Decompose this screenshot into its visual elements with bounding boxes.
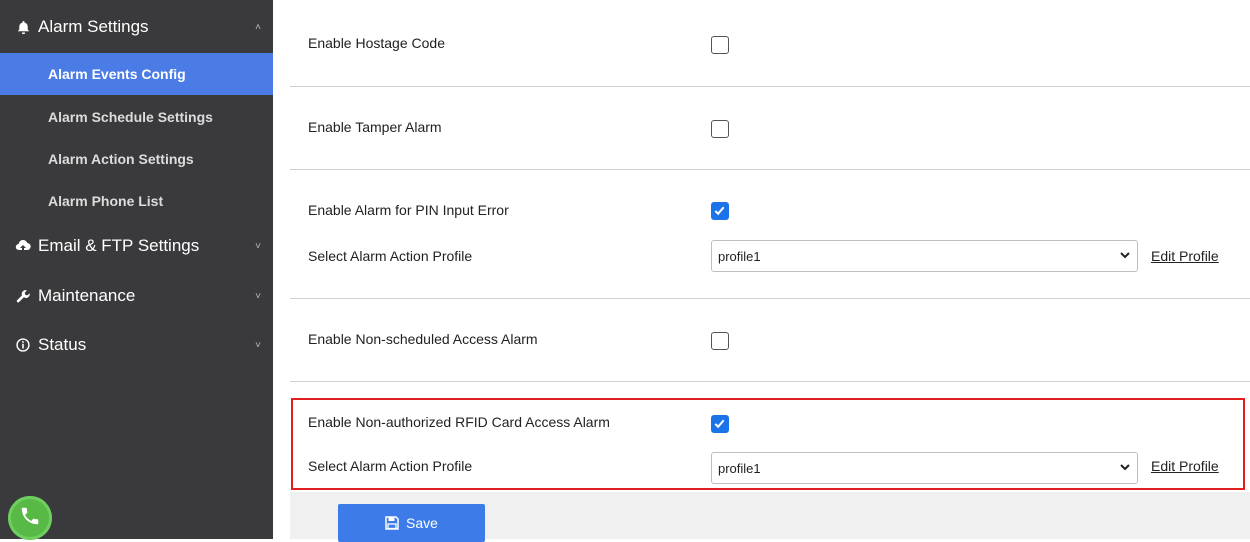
nonscheduled-alarm-checkbox[interactable] <box>711 332 729 350</box>
highlight-box <box>291 398 1245 490</box>
sidebar-item-alarm-phone-list[interactable]: Alarm Phone List <box>0 180 273 222</box>
sidebar-group-label: Maintenance <box>38 286 136 305</box>
footer-bar: Save <box>290 492 1250 542</box>
select-value: profile1 <box>718 248 761 264</box>
pin-edit-profile-link[interactable]: Edit Profile <box>1151 248 1219 264</box>
sidebar-group-status[interactable]: Status ˅ <box>0 321 273 369</box>
save-button[interactable]: Save <box>338 504 485 542</box>
sidebar-item-label: Alarm Events Config <box>48 66 186 82</box>
chevron-up-icon: ˄ <box>255 21 261 33</box>
phone-icon <box>19 505 41 532</box>
hostage-code-label: Enable Hostage Code <box>308 35 445 51</box>
sidebar-item-label: Alarm Action Settings <box>48 151 194 167</box>
bell-icon <box>14 20 32 35</box>
sidebar: Alarm Settings ˄ Alarm Events Config Ala… <box>0 0 273 540</box>
setting-row-tamper-alarm: Enable Tamper Alarm <box>290 87 1250 170</box>
sidebar-group-label: Email & FTP Settings <box>38 236 200 255</box>
chevron-down-icon: ˅ <box>255 290 261 302</box>
pin-error-alarm-label: Enable Alarm for PIN Input Error <box>308 202 509 218</box>
info-icon <box>14 338 32 352</box>
sidebar-item-alarm-action-settings[interactable]: Alarm Action Settings <box>0 138 273 180</box>
tamper-alarm-checkbox[interactable] <box>711 120 729 138</box>
hostage-code-checkbox[interactable] <box>711 36 729 54</box>
setting-row-nonscheduled-access: Enable Non-scheduled Access Alarm <box>290 299 1250 382</box>
sidebar-group-alarm-settings[interactable]: Alarm Settings ˄ <box>0 3 273 51</box>
chevron-down-icon <box>1119 249 1131 264</box>
sidebar-group-label: Status <box>38 335 87 354</box>
phone-call-button[interactable] <box>8 496 52 540</box>
sidebar-group-maintenance[interactable]: Maintenance ˅ <box>0 272 273 320</box>
sidebar-item-label: Alarm Schedule Settings <box>48 109 213 125</box>
wrench-icon <box>14 289 32 304</box>
chevron-down-icon: ˅ <box>255 240 261 252</box>
main-content: Enable Hostage Code Enable Tamper Alarm … <box>273 0 1250 542</box>
chevron-down-icon: ˅ <box>255 339 261 351</box>
nonscheduled-alarm-label: Enable Non-scheduled Access Alarm <box>308 331 538 347</box>
pin-profile-label: Select Alarm Action Profile <box>308 248 473 264</box>
tamper-alarm-label: Enable Tamper Alarm <box>308 119 442 135</box>
sidebar-item-label: Alarm Phone List <box>48 193 164 209</box>
pin-error-alarm-checkbox[interactable] <box>711 202 729 220</box>
sidebar-item-alarm-events-config[interactable]: Alarm Events Config <box>0 53 273 95</box>
floppy-disk-icon <box>385 516 399 530</box>
setting-row-hostage-code: Enable Hostage Code <box>290 0 1250 87</box>
checkmark-icon <box>714 206 725 216</box>
setting-row-pin-input-error: Enable Alarm for PIN Input Error Select … <box>290 170 1250 299</box>
sidebar-group-label: Alarm Settings <box>38 17 149 36</box>
sidebar-group-email-ftp-settings[interactable]: Email & FTP Settings ˅ <box>0 222 273 270</box>
sidebar-item-alarm-schedule-settings[interactable]: Alarm Schedule Settings <box>0 96 273 138</box>
save-label: Save <box>406 515 438 531</box>
cloud-icon <box>14 239 32 253</box>
pin-alarm-action-profile-select[interactable]: profile1 <box>711 240 1138 272</box>
